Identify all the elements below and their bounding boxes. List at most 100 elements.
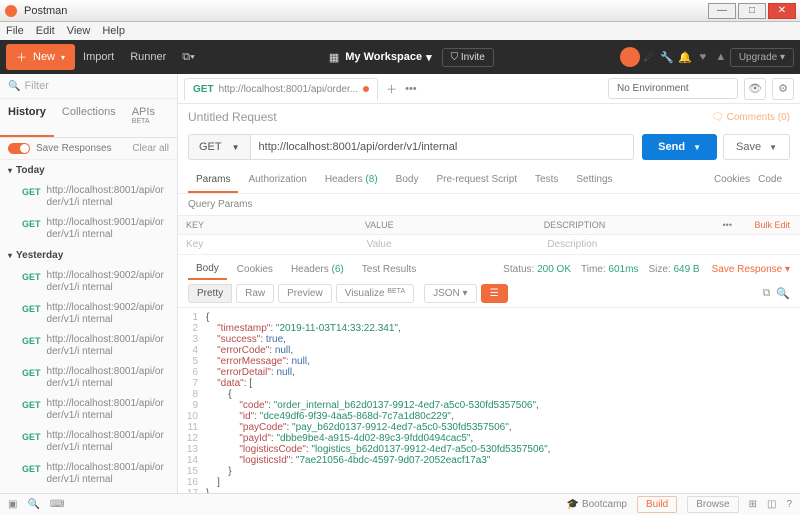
tab-prerequest[interactable]: Pre-request Script	[428, 168, 525, 193]
bulk-edit-link[interactable]: Bulk Edit	[740, 216, 800, 234]
filter-input[interactable]: Filter	[0, 74, 177, 99]
add-tab-button[interactable]: ＋	[378, 81, 405, 97]
response-status: Status: 200 OK Time: 601ms Size: 649 B	[503, 264, 699, 275]
close-button[interactable]: ✕	[768, 3, 796, 19]
menu-edit[interactable]: Edit	[36, 25, 55, 37]
history-item[interactable]: GEThttp://localhost:8001/api/order/v1/i …	[0, 330, 177, 362]
tab-authorization[interactable]: Authorization	[240, 168, 314, 193]
query-param-row[interactable]: Key Value Description	[178, 235, 800, 255]
menu-bar: File Edit View Help	[0, 22, 800, 40]
heart-icon[interactable]: ♥	[694, 51, 712, 63]
cookies-link[interactable]: Cookies	[714, 174, 750, 187]
view-raw[interactable]: Raw	[236, 284, 274, 303]
tab-options-button[interactable]: •••	[405, 83, 417, 95]
menu-help[interactable]: Help	[102, 25, 125, 37]
find-icon[interactable]: 🔍	[27, 499, 39, 510]
upgrade-button[interactable]: Upgrade ▾	[730, 48, 794, 67]
request-tabstrip: GET http://localhost:8001/api/order... ＋…	[178, 74, 800, 104]
two-pane-icon[interactable]: ◫	[767, 499, 776, 510]
resp-tab-headers[interactable]: Headers (6)	[283, 260, 352, 279]
import-button[interactable]: Import	[75, 47, 122, 67]
resp-tab-cookies[interactable]: Cookies	[229, 260, 281, 279]
notification-icon[interactable]: 🔔	[676, 51, 694, 64]
tab-collections[interactable]: Collections	[54, 99, 124, 137]
history-group[interactable]: Yesterday	[0, 245, 177, 266]
send-button[interactable]: Send ▼	[642, 134, 717, 160]
status-bar: ▣ 🔍 ⌨ 🎓 Bootcamp Build Browse ⊞ ◫ ?	[0, 493, 800, 515]
unsaved-dot-icon	[363, 86, 369, 92]
tab-apis[interactable]: APIs BETA	[124, 99, 177, 137]
window-title: Postman	[24, 5, 706, 17]
wrap-lines-icon[interactable]: ☰	[481, 284, 508, 303]
history-item[interactable]: GEThttp://localhost:8001/api/order/v1/i …	[0, 426, 177, 458]
method-selector[interactable]: GET ▼	[188, 134, 250, 160]
caret-down-icon: ▾	[61, 53, 65, 62]
request-title[interactable]: Untitled Request	[188, 110, 277, 124]
history-item[interactable]: GEThttp://localhost:8001/api/order/v1/i …	[0, 490, 177, 493]
toolbar: ＋ New ▾ Import Runner ⧉▾ ▦ My Workspace …	[0, 40, 800, 74]
response-body[interactable]: 1{2 "timestamp": "2019-11-03T14:33:22.34…	[178, 308, 800, 493]
sidebar: Filter History Collections APIs BETA Sav…	[0, 74, 178, 493]
code-link[interactable]: Code	[758, 174, 782, 187]
history-item[interactable]: GEThttp://localhost:9002/api/order/v1/i …	[0, 298, 177, 330]
history-item[interactable]: GEThttp://localhost:8001/api/order/v1/i …	[0, 394, 177, 426]
layout-icon[interactable]: ⊞	[749, 499, 757, 510]
view-preview[interactable]: Preview	[278, 284, 332, 303]
menu-file[interactable]: File	[6, 25, 24, 37]
sb-console-icon[interactable]: ⌨	[50, 499, 64, 510]
environment-quicklook-icon[interactable]: 👁	[744, 78, 766, 100]
sync-icon[interactable]	[620, 47, 640, 67]
caret-down-icon: ▾	[426, 51, 432, 64]
request-section-tabs: Params Authorization Headers (8) Body Pr…	[178, 168, 800, 194]
url-input[interactable]: http://localhost:8001/api/order/v1/inter…	[250, 134, 635, 160]
format-selector[interactable]: JSON ▾	[424, 284, 476, 303]
tab-tests[interactable]: Tests	[527, 168, 566, 193]
resp-tab-body[interactable]: Body	[188, 259, 227, 280]
view-pretty[interactable]: Pretty	[188, 284, 232, 303]
app-icon	[4, 4, 18, 18]
save-response-button[interactable]: Save Response ▾	[712, 264, 790, 275]
comments-button[interactable]: 🗨 Comments (0)	[711, 112, 790, 123]
build-tab[interactable]: Build	[637, 496, 677, 513]
save-responses-toggle[interactable]	[8, 143, 30, 154]
invite-button[interactable]: ⛉ Invite	[442, 48, 494, 67]
capture-icon[interactable]: ☄	[640, 51, 658, 64]
clear-all-link[interactable]: Clear all	[132, 143, 169, 154]
workspace-selector[interactable]: My Workspace ▾	[345, 51, 431, 64]
resp-tab-tests[interactable]: Test Results	[354, 260, 424, 279]
search-icon[interactable]: 🔍	[776, 287, 790, 300]
history-item[interactable]: GEThttp://localhost:8001/api/order/v1/i …	[0, 362, 177, 394]
history-item[interactable]: GEThttp://localhost:8001/api/order/v1/i …	[0, 458, 177, 490]
bootcamp-button[interactable]: 🎓 Bootcamp	[567, 499, 627, 510]
response-view-toolbar: Pretty Raw Preview Visualize BETA JSON ▾…	[178, 280, 800, 308]
history-group[interactable]: Today	[0, 160, 177, 181]
history-item[interactable]: GEThttp://localhost:8001/api/order/v1/i …	[0, 181, 177, 213]
tab-headers[interactable]: Headers (8)	[317, 168, 386, 193]
copy-icon[interactable]: ⧉	[762, 287, 770, 300]
tab-params[interactable]: Params	[188, 168, 238, 193]
runner-button[interactable]: Runner	[122, 47, 174, 67]
browse-tab[interactable]: Browse	[687, 496, 738, 513]
minimize-button[interactable]: —	[708, 3, 736, 19]
new-button[interactable]: ＋ New ▾	[6, 44, 75, 70]
tab-history[interactable]: History	[0, 99, 54, 137]
history-item[interactable]: GEThttp://localhost:9001/api/order/v1/i …	[0, 213, 177, 245]
tab-body[interactable]: Body	[388, 168, 427, 193]
console-icon[interactable]: ▣	[8, 499, 17, 510]
help-icon[interactable]: ?	[786, 499, 792, 510]
history-item[interactable]: GEThttp://localhost:9002/api/order/v1/i …	[0, 266, 177, 298]
view-visualize[interactable]: Visualize BETA	[336, 284, 414, 303]
open-new-icon[interactable]: ⧉▾	[174, 47, 202, 68]
account-icon[interactable]: ▲	[712, 51, 730, 63]
qp-options-icon[interactable]: •••	[715, 216, 740, 234]
save-responses-label: Save Responses	[36, 143, 112, 154]
menu-view[interactable]: View	[67, 25, 91, 37]
person-icon: ⛉	[451, 52, 459, 63]
tab-settings-req[interactable]: Settings	[568, 168, 620, 193]
save-button[interactable]: Save ▼	[723, 134, 790, 160]
environment-settings-icon[interactable]: ⚙	[772, 78, 794, 100]
environment-selector[interactable]: No Environment	[608, 78, 738, 99]
maximize-button[interactable]: □	[738, 3, 766, 19]
request-tab[interactable]: GET http://localhost:8001/api/order...	[184, 78, 378, 100]
settings-icon[interactable]: 🔧	[658, 51, 676, 64]
